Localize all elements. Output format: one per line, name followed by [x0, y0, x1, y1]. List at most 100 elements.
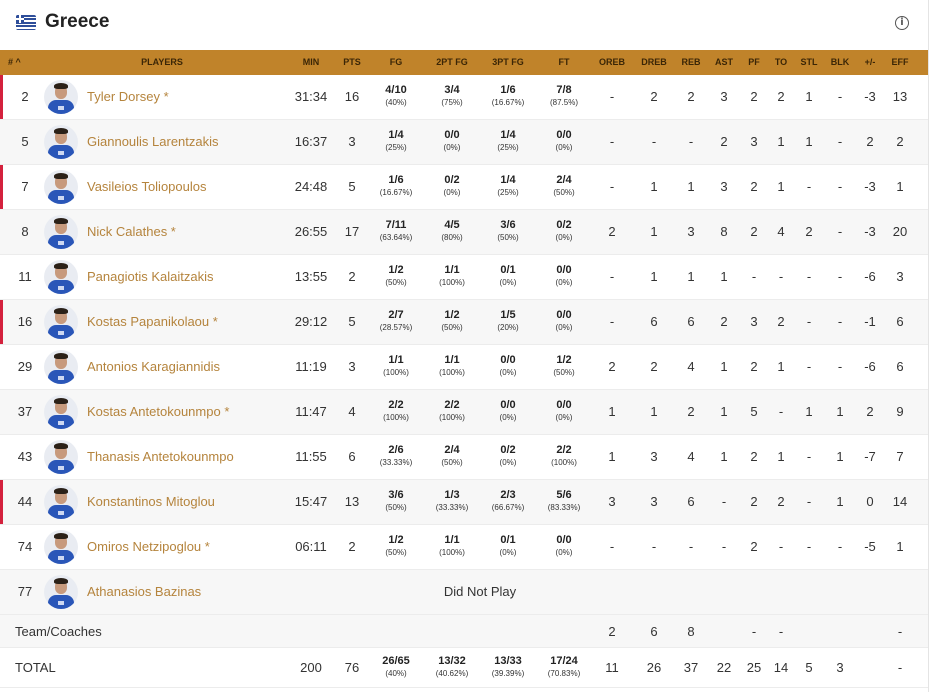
player-row[interactable]: 2 Tyler Dorsey * 31:34 16 4/10 (40%) 3/4 (75%) 1…: [0, 75, 929, 120]
stat-reb: 3: [687, 224, 695, 239]
fg3-made-attempted: 1/4: [500, 174, 516, 186]
stat-fg: 7/11 (63.64%): [366, 218, 426, 248]
player-name-link[interactable]: Giannoulis Larentzakis: [87, 120, 219, 164]
stat-ast: 1: [720, 359, 728, 374]
column-header-eff[interactable]: EFF: [883, 50, 917, 75]
stat-blk: -: [837, 269, 843, 284]
stat-dreb: 2: [650, 89, 658, 104]
column-header-blk[interactable]: BLK: [825, 50, 855, 75]
player-name-link[interactable]: Tyler Dorsey *: [87, 75, 169, 119]
player-name-link[interactable]: Panagiotis Kalaitzakis: [87, 255, 213, 299]
column-header-oreb[interactable]: OREB: [592, 50, 632, 75]
stat-eff: 3: [896, 269, 904, 284]
sort-asc-icon[interactable]: ^: [13, 57, 21, 67]
fg3-percentage: (66.67%): [491, 503, 525, 512]
ft-percentage: (100%): [551, 458, 577, 467]
column-header-label: AST: [715, 57, 733, 67]
player-name-link[interactable]: Vasileios Toliopoulos: [87, 165, 206, 209]
column-header-dreb[interactable]: DREB: [634, 50, 674, 75]
fg-made-attempted: 1/2: [388, 534, 404, 546]
player-row[interactable]: 5 Giannoulis Larentzakis 16:37 3 1/4 (25%) 0/0…: [0, 120, 929, 165]
stat-reb: 2: [687, 404, 695, 419]
stat-stl: 1: [805, 134, 813, 149]
player-name-link[interactable]: Athanasios Bazinas: [87, 570, 201, 614]
player-name-link[interactable]: Kostas Antetokounmpo *: [87, 390, 229, 434]
stat-stl: -: [806, 179, 812, 194]
stat-pf: 2: [750, 359, 758, 374]
player-name-link[interactable]: Nick Calathes *: [87, 210, 176, 254]
column-header-num[interactable]: # ^: [8, 50, 38, 75]
column-header-2pt-fg[interactable]: 2PT FG: [422, 50, 482, 75]
stat-blk: -: [837, 224, 843, 239]
info-icon[interactable]: i: [895, 16, 909, 30]
fg2-made-attempted: 0/2: [444, 174, 460, 186]
stat-blk: -: [837, 314, 843, 329]
stat-to: 4: [777, 224, 785, 239]
fg2-percentage: (100%): [439, 548, 465, 557]
player-name-link[interactable]: Konstantinos Mitoglou: [87, 480, 215, 524]
stat-dreb: 1: [650, 269, 658, 284]
column-header-reb[interactable]: REB: [674, 50, 708, 75]
column-header-label: TO: [774, 57, 788, 67]
fg3-percentage: (16.67%): [491, 98, 525, 107]
ft-percentage: (50%): [553, 188, 575, 197]
player-row[interactable]: 16 Kostas Papanikolaou * 29:12 5 2/7 (28.57%)…: [0, 300, 929, 345]
stat-stl: 1: [805, 89, 813, 104]
column-header-label: REB: [681, 57, 701, 67]
column-header-to[interactable]: TO: [768, 50, 794, 75]
column-header-ast[interactable]: AST: [709, 50, 739, 75]
player-name-link[interactable]: Omiros Netzipoglou *: [87, 525, 210, 569]
ft-percentage: (83.33%): [547, 503, 581, 512]
stat-fg: 2/7 (28.57%): [366, 308, 426, 338]
player-row[interactable]: 74 Omiros Netzipoglou * 06:11 2 1/2 (50%) 1/1 (…: [0, 525, 929, 570]
column-header-3pt-fg[interactable]: 3PT FG: [478, 50, 538, 75]
fg-percentage: (50%): [385, 503, 407, 512]
stat-stl: -: [806, 269, 812, 284]
ft-percentage: (0%): [555, 548, 573, 557]
column-header-min[interactable]: MIN: [286, 50, 336, 75]
column-header-ft[interactable]: FT: [534, 50, 594, 75]
player-name-link[interactable]: Kostas Papanikolaou *: [87, 300, 218, 344]
fg2-percentage: (0%): [443, 188, 461, 197]
player-name-link[interactable]: Antonios Karagiannidis: [87, 345, 220, 389]
stat-to: 2: [777, 89, 785, 104]
player-row[interactable]: 37 Kostas Antetokounmpo * 11:47 4 2/2 (100%) 2…: [0, 390, 929, 435]
stat-min: 06:11: [295, 539, 327, 554]
player-row[interactable]: 7 Vasileios Toliopoulos 24:48 5 1/6 (16.67%) 0…: [0, 165, 929, 210]
player-row[interactable]: 29 Antonios Karagiannidis 11:19 3 1/1 (100%) 1…: [0, 345, 929, 390]
column-header-fg[interactable]: FG: [366, 50, 426, 75]
column-header-players[interactable]: PLAYERS: [62, 50, 262, 75]
stat-pf: 5: [750, 404, 758, 419]
player-name-link[interactable]: Thanasis Antetokounmpo: [87, 435, 234, 479]
stat-dreb: 3: [650, 494, 658, 509]
fg2-percentage: (80%): [441, 233, 463, 242]
fg2-percentage: (33.33%): [435, 503, 469, 512]
did-not-play: Did Not Play: [443, 584, 517, 599]
column-header-stl[interactable]: STL: [794, 50, 824, 75]
stat-pm: -3: [864, 224, 876, 239]
player-row[interactable]: 43 Thanasis Antetokounmpo 11:55 6 2/6 (33.33%…: [0, 435, 929, 480]
fg-made-attempted: 2/2: [388, 399, 404, 411]
stat-ft: 0/0 (0%): [534, 398, 594, 428]
player-row[interactable]: 77 Athanasios Bazinas Did Not Play: [0, 570, 929, 615]
stat-pf: 3: [750, 314, 758, 329]
stat-fg: 2/2 (100%): [366, 398, 426, 428]
player-row[interactable]: 8 Nick Calathes * 26:55 17 7/11 (63.64%) 4/5 (8…: [0, 210, 929, 255]
stat-pf: 25: [746, 660, 762, 675]
starter-marker: [0, 75, 3, 119]
stat-ast: 3: [720, 89, 728, 104]
player-row[interactable]: 11 Panagiotis Kalaitzakis 13:55 2 1/2 (50%) 1/…: [0, 255, 929, 300]
fg3-percentage: (0%): [499, 368, 517, 377]
stat-eff: 13: [892, 89, 908, 104]
column-header-pf[interactable]: PF: [739, 50, 769, 75]
column-header-label: FG: [389, 57, 403, 67]
stat-num: 16: [17, 314, 33, 329]
fg2-made-attempted: 0/0: [444, 129, 460, 141]
stat-fg2: 0/0 (0%): [422, 128, 482, 158]
player-row[interactable]: 44 Konstantinos Mitoglou 15:47 1 3 3/6 (50%) 1/…: [0, 480, 929, 525]
stat-fg2: 4/5 (80%): [422, 218, 482, 248]
ft-percentage: (50%): [553, 368, 575, 377]
column-header-plus-minus[interactable]: +/-: [855, 50, 885, 75]
stat-pm: 0: [866, 494, 874, 509]
column-header-label: PTS: [343, 57, 361, 67]
